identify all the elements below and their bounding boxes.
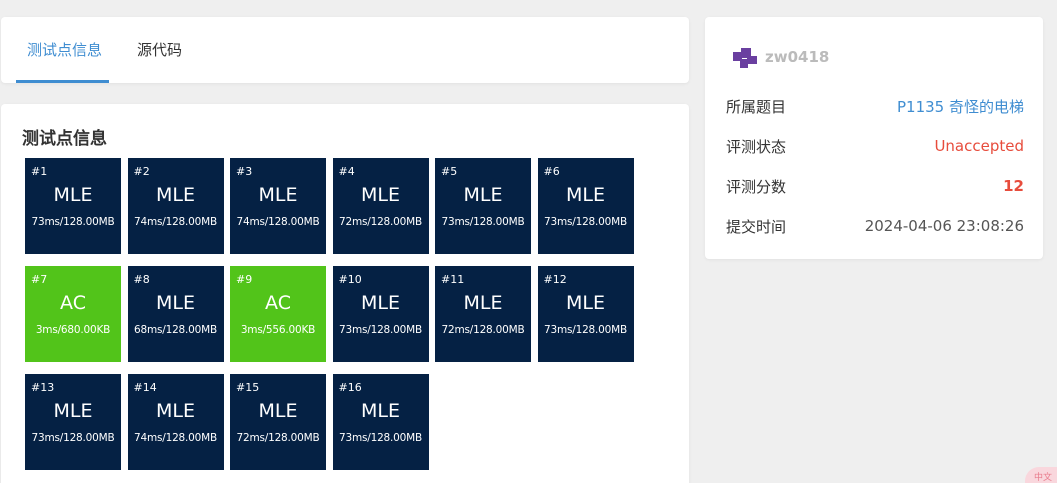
testcase-tile[interactable]: #11 MLE 72ms/128.00MB <box>435 266 531 362</box>
section-title: 测试点信息 <box>22 129 107 149</box>
user-row[interactable]: zw0418 <box>733 46 829 68</box>
testcase-number: #8 <box>133 273 150 286</box>
testcase-number: #3 <box>236 165 253 178</box>
testcase-number: #6 <box>543 165 560 178</box>
language-badge[interactable]: 中文 <box>1025 467 1057 483</box>
testcase-status: MLE <box>156 400 195 422</box>
tabs-card: 测试点信息 源代码 <box>1 17 689 83</box>
testcase-tile[interactable]: #16 MLE 73ms/128.00MB <box>332 374 429 470</box>
testcase-number: #4 <box>338 165 355 178</box>
testcase-status: AC <box>60 292 86 314</box>
testcase-resource-usage: 74ms/128.00MB <box>134 216 217 228</box>
testcase-status: MLE <box>53 400 93 422</box>
testcase-status: MLE <box>566 184 605 206</box>
testcase-tile[interactable]: #8 MLE 68ms/128.00MB <box>127 266 224 362</box>
testcase-resource-usage: 73ms/128.00MB <box>31 216 115 228</box>
testcases-card: 测试点信息 #1 MLE 73ms/128.00MB #2 MLE 74ms/128.00… <box>1 104 689 483</box>
testcase-number: #12 <box>543 273 567 286</box>
testcase-status: MLE <box>361 184 400 206</box>
testcase-number: #9 <box>236 273 253 286</box>
status-label: 评测状态 <box>726 137 787 156</box>
score-label: 评测分数 <box>726 177 787 196</box>
testcase-resource-usage: 72ms/128.00MB <box>441 324 525 336</box>
problem-label: 所属题目 <box>726 97 787 116</box>
testcase-number: #16 <box>338 381 362 394</box>
testcase-tile[interactable]: #14 MLE 74ms/128.00MB <box>127 374 224 470</box>
submission-info-card: zw0418 所属题目 P1135 奇怪的电梯 评测状态 Unaccepted … <box>705 17 1043 259</box>
time-value: 2024-04-06 23:08:26 <box>864 217 1024 235</box>
info-row-problem: 所属题目 P1135 奇怪的电梯 <box>726 96 1024 116</box>
testcase-resource-usage: 3ms/680.00KB <box>35 324 111 336</box>
testcase-status: MLE <box>566 292 605 314</box>
testcase-status: MLE <box>258 400 298 422</box>
testcase-tile[interactable]: #3 MLE 74ms/128.00MB <box>230 158 326 254</box>
testcase-number: #15 <box>236 381 260 394</box>
testcase-number: #1 <box>31 165 48 178</box>
tab-source-code[interactable]: 源代码 <box>137 17 182 83</box>
testcase-resource-usage: 68ms/128.00MB <box>134 324 217 336</box>
username[interactable]: zw0418 <box>765 48 829 66</box>
testcase-resource-usage: 73ms/128.00MB <box>544 216 627 228</box>
testcase-tile[interactable]: #9 AC 3ms/556.00KB <box>230 266 326 362</box>
testcase-number: #5 <box>441 165 458 178</box>
testcase-number: #7 <box>31 273 48 286</box>
testcase-status: MLE <box>361 400 400 422</box>
testcase-tile[interactable]: #13 MLE 73ms/128.00MB <box>25 374 121 470</box>
testcase-tile[interactable]: #12 MLE 73ms/128.00MB <box>537 266 634 362</box>
testcase-resource-usage: 72ms/128.00MB <box>339 216 422 228</box>
testcase-resource-usage: 74ms/128.00MB <box>134 432 217 444</box>
testcase-resource-usage: 3ms/556.00KB <box>240 324 316 336</box>
score-value: 12 <box>1003 177 1024 195</box>
tab-testcase-info[interactable]: 测试点信息 <box>15 17 110 83</box>
testcase-status: AC <box>265 292 291 314</box>
testcase-resource-usage: 74ms/128.00MB <box>236 216 320 228</box>
testcase-tile[interactable]: #15 MLE 72ms/128.00MB <box>230 374 326 470</box>
info-row-score: 评测分数 12 <box>726 176 1024 196</box>
testcase-number: #13 <box>31 381 55 394</box>
info-row-time: 提交时间 2024-04-06 23:08:26 <box>726 216 1024 236</box>
testcase-status: MLE <box>463 292 503 314</box>
testcase-status: MLE <box>53 184 93 206</box>
testcase-number: #2 <box>133 165 150 178</box>
testcase-number: #14 <box>133 381 157 394</box>
testcase-number: #10 <box>338 273 362 286</box>
testcase-tile[interactable]: #6 MLE 73ms/128.00MB <box>537 158 634 254</box>
testcase-resource-usage: 73ms/128.00MB <box>339 432 422 444</box>
testcase-resource-usage: 73ms/128.00MB <box>339 324 422 336</box>
testcase-resource-usage: 73ms/128.00MB <box>441 216 525 228</box>
testcase-resource-usage: 72ms/128.00MB <box>236 432 320 444</box>
testcase-tile[interactable]: #2 MLE 74ms/128.00MB <box>127 158 224 254</box>
testcase-resource-usage: 73ms/128.00MB <box>544 324 627 336</box>
testcase-status: MLE <box>156 292 195 314</box>
testcase-number: #11 <box>441 273 465 286</box>
testcase-status: MLE <box>258 184 298 206</box>
testcase-status: MLE <box>156 184 195 206</box>
purple-puzzle-avatar-icon <box>733 48 757 68</box>
testcase-resource-usage: 73ms/128.00MB <box>31 432 115 444</box>
testcase-grid: #1 MLE 73ms/128.00MB #2 MLE 74ms/128.00MB #3 ML… <box>25 158 634 470</box>
info-row-status: 评测状态 Unaccepted <box>726 136 1024 156</box>
time-label: 提交时间 <box>726 217 787 236</box>
status-value: Unaccepted <box>934 137 1024 155</box>
testcase-tile[interactable]: #1 MLE 73ms/128.00MB <box>25 158 121 254</box>
testcase-tile[interactable]: #5 MLE 73ms/128.00MB <box>435 158 531 254</box>
problem-link[interactable]: P1135 奇怪的电梯 <box>897 96 1024 117</box>
testcase-tile[interactable]: #10 MLE 73ms/128.00MB <box>332 266 429 362</box>
testcase-status: MLE <box>463 184 503 206</box>
testcase-tile[interactable]: #7 AC 3ms/680.00KB <box>25 266 121 362</box>
testcase-status: MLE <box>361 292 400 314</box>
testcase-tile[interactable]: #4 MLE 72ms/128.00MB <box>332 158 429 254</box>
